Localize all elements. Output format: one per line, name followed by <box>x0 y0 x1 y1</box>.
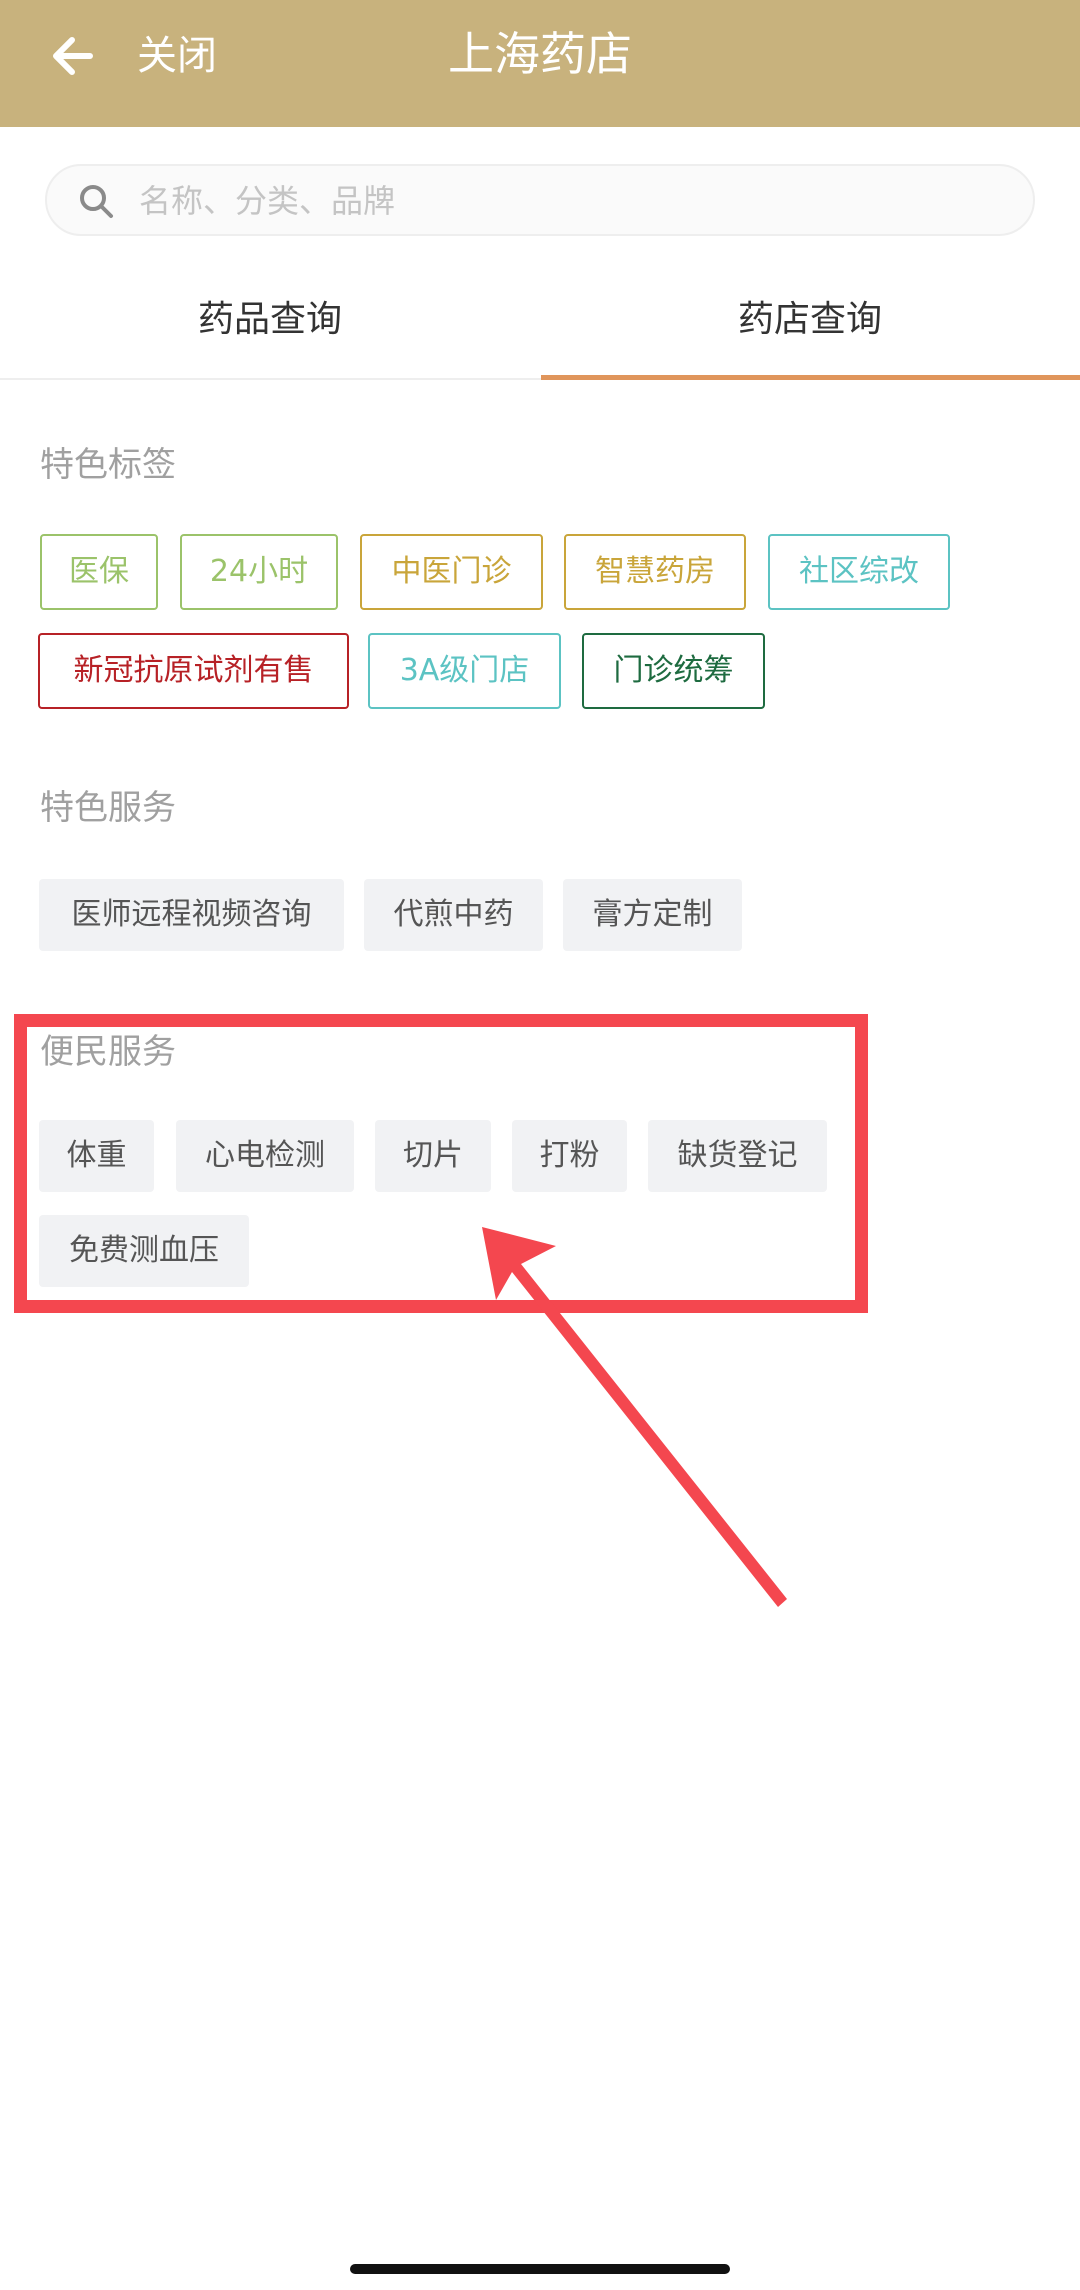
tag-3a-store[interactable]: 3A级门店 <box>368 633 561 709</box>
service-grinding[interactable]: 打粉 <box>512 1120 627 1192</box>
service-weight[interactable]: 体重 <box>39 1120 154 1192</box>
service-paste-customization[interactable]: 膏方定制 <box>563 879 742 951</box>
search-bar[interactable] <box>45 164 1035 236</box>
service-herbal-decoction[interactable]: 代煎中药 <box>364 879 543 951</box>
tag-outpatient-pooling[interactable]: 门诊统筹 <box>582 633 765 709</box>
page-title: 上海药店 <box>448 27 632 81</box>
tag-covid-antigen[interactable]: 新冠抗原试剂有售 <box>38 633 349 709</box>
service-remote-video-consult[interactable]: 医师远程视频咨询 <box>39 879 344 951</box>
tab-pharmacy-query[interactable]: 药店查询 <box>540 270 1080 380</box>
tag-smart-pharmacy[interactable]: 智慧药房 <box>564 534 746 610</box>
home-indicator <box>350 2264 730 2274</box>
tag-medical-insurance[interactable]: 医保 <box>40 534 158 610</box>
service-ecg[interactable]: 心电检测 <box>176 1120 354 1192</box>
header-bar: 关闭 上海药店 <box>0 0 1080 127</box>
tag-community-reform[interactable]: 社区综改 <box>768 534 950 610</box>
service-slicing[interactable]: 切片 <box>375 1120 491 1192</box>
service-out-of-stock-registration[interactable]: 缺货登记 <box>648 1120 827 1192</box>
tag-tcm-clinic[interactable]: 中医门诊 <box>360 534 543 610</box>
section-title-feature-services: 特色服务 <box>40 788 176 828</box>
tag-24-hours[interactable]: 24小时 <box>180 534 338 610</box>
service-free-blood-pressure[interactable]: 免费测血压 <box>39 1215 249 1287</box>
tab-bar: 药品查询 药店查询 <box>0 270 1080 380</box>
section-title-convenience-services: 便民服务 <box>40 1032 176 1072</box>
page: 关闭 上海药店 药品查询 药店查询 特色标签 医保 24小时 中医门诊 智慧药房… <box>0 0 1080 2290</box>
tab-drug-query[interactable]: 药品查询 <box>0 270 540 380</box>
active-tab-indicator <box>541 375 1080 380</box>
section-title-feature-tags: 特色标签 <box>40 445 176 485</box>
search-icon <box>80 185 113 218</box>
search-input[interactable] <box>137 174 1001 228</box>
